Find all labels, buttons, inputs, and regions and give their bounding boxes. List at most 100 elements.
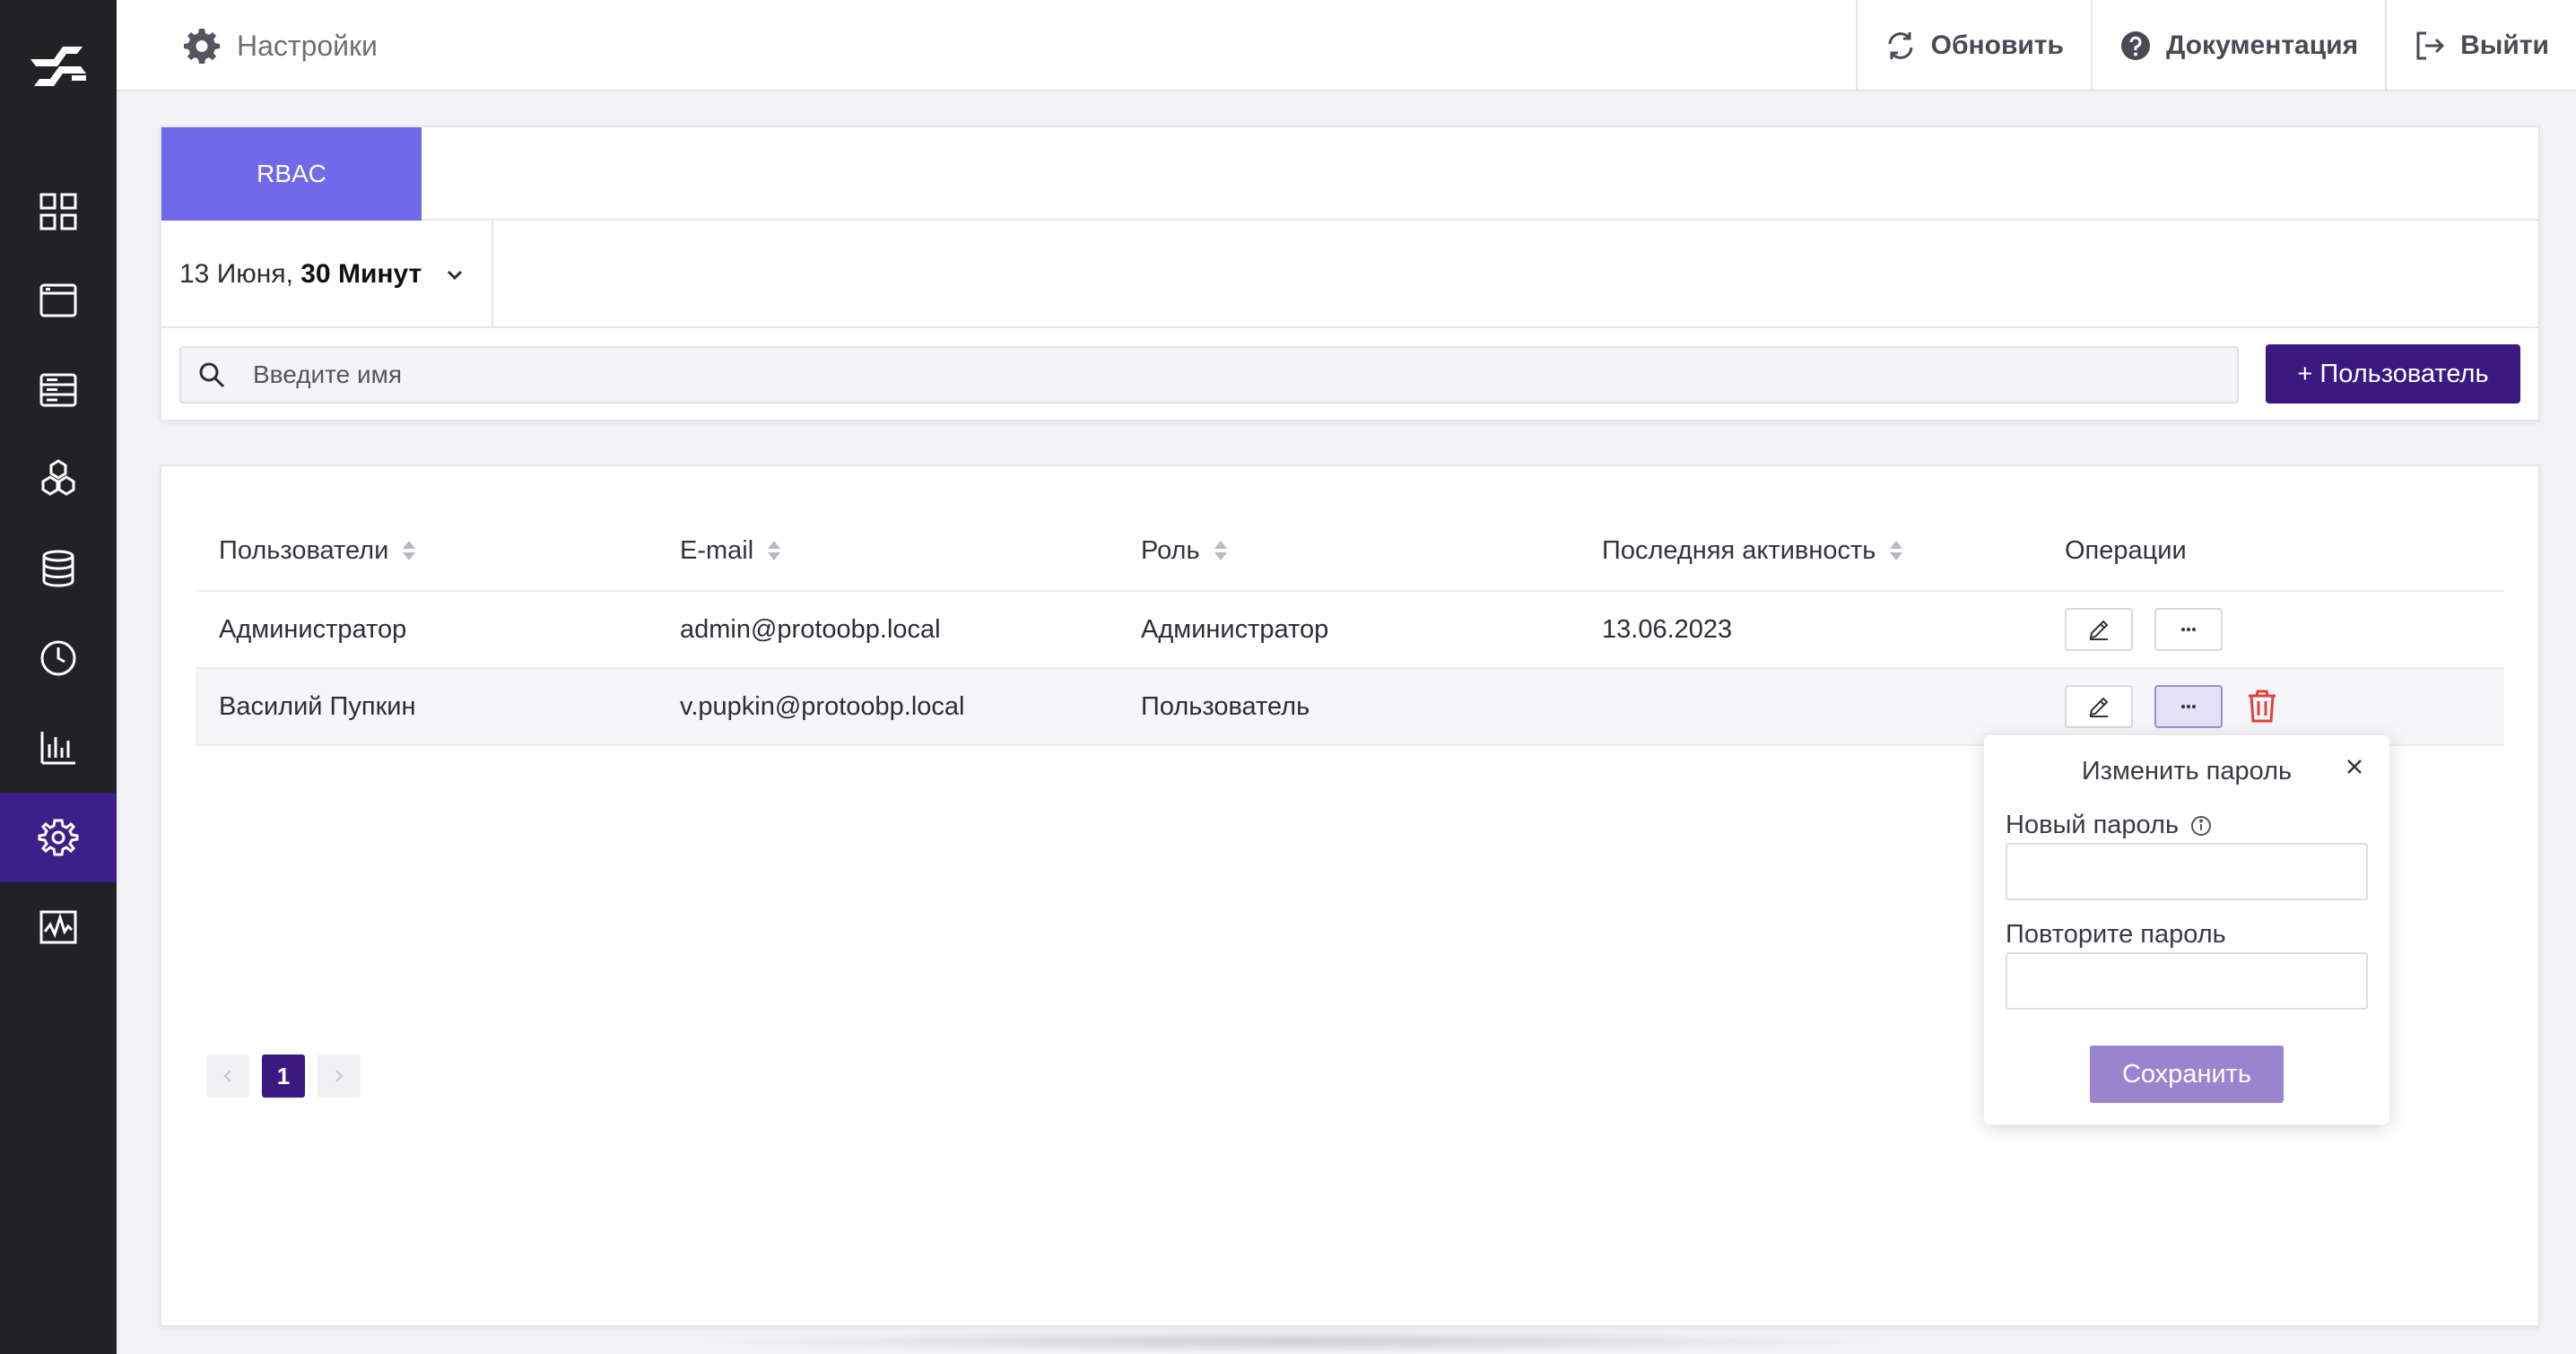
chevron-right-icon xyxy=(335,1070,344,1082)
trash-icon xyxy=(2249,690,2276,723)
column-header-label: Последняя активность xyxy=(1602,535,1876,565)
more-button[interactable] xyxy=(2154,608,2223,651)
logout-label: Выйти xyxy=(2460,30,2549,60)
server-icon xyxy=(39,373,77,407)
nav-hexagons[interactable] xyxy=(0,434,117,524)
nav-bar-chart[interactable] xyxy=(0,702,117,792)
table-row: Администратор admin@protoobp.local Админ… xyxy=(196,592,2504,669)
close-icon[interactable] xyxy=(2341,753,2368,780)
page-title-text: Настройки xyxy=(237,29,378,62)
cell-user: Администратор xyxy=(219,614,407,644)
column-header-label: Роль xyxy=(1141,535,1200,565)
header: Настройки Обновить Документация Выйти xyxy=(117,0,2576,91)
edit-button[interactable] xyxy=(2065,608,2133,651)
sort-icon xyxy=(768,541,781,560)
cell-email: admin@protoobp.local xyxy=(680,614,941,644)
hexagons-icon xyxy=(41,459,75,496)
row-operations xyxy=(2065,685,2280,728)
sort-icon xyxy=(1890,541,1903,560)
chevron-down-icon xyxy=(448,270,463,281)
edit-button[interactable] xyxy=(2065,685,2133,728)
cell-last-activity: 13.06.2023 xyxy=(1602,614,1733,644)
cell-user: Василий Пупкин xyxy=(219,691,416,721)
pagination: 1 xyxy=(206,1055,361,1098)
sidebar xyxy=(0,0,117,1354)
window-icon xyxy=(39,283,77,317)
column-header-last-activity[interactable]: Последняя активность xyxy=(1602,536,1904,566)
logout-icon xyxy=(2416,31,2445,60)
pencil-icon xyxy=(2089,620,2109,640)
page-title: Настройки xyxy=(183,0,378,91)
repeat-password-input[interactable] xyxy=(2006,952,2368,1010)
popover-title: Изменить пароль xyxy=(2081,757,2293,785)
delete-button[interactable] xyxy=(2244,685,2280,728)
nav-dashboard[interactable] xyxy=(0,167,117,256)
gear-icon xyxy=(38,819,79,856)
database-icon xyxy=(42,550,74,587)
prev-page-button[interactable] xyxy=(206,1055,249,1098)
new-password-input[interactable] xyxy=(2006,843,2368,900)
info-icon[interactable] xyxy=(2189,814,2213,838)
chevron-left-icon xyxy=(223,1070,231,1082)
pencil-icon xyxy=(2089,697,2109,717)
ellipsis-icon xyxy=(2181,705,2196,708)
gear-icon xyxy=(184,29,220,64)
time-range-text: 13 Июня, 30 Минут xyxy=(179,259,422,290)
documentation-label: Документация xyxy=(2165,30,2359,60)
sort-icon xyxy=(1214,541,1227,560)
column-header-label: Пользователи xyxy=(219,535,389,565)
next-page-button[interactable] xyxy=(318,1055,361,1098)
dashboard-icon xyxy=(39,193,77,230)
tab-bar: RBAC xyxy=(161,127,2538,221)
new-password-label-text: Новый пароль xyxy=(2006,811,2180,839)
tab-rbac[interactable]: RBAC xyxy=(161,127,422,221)
column-header-role[interactable]: Роль xyxy=(1141,536,1229,566)
time-range-picker[interactable]: 13 Июня, 30 Минут xyxy=(179,221,494,328)
search-row: + Пользователь xyxy=(161,328,2538,423)
time-range-duration: 30 Минут xyxy=(300,259,422,289)
header-actions: Обновить Документация Выйти xyxy=(1855,0,2576,91)
documentation-button[interactable]: Документация xyxy=(2090,0,2385,91)
nav-server[interactable] xyxy=(0,345,117,435)
refresh-button[interactable]: Обновить xyxy=(1855,0,2091,91)
help-icon xyxy=(2120,31,2150,60)
column-header-operations: Операции xyxy=(2065,536,2187,566)
filters-card: RBAC 13 Июня, 30 Минут + Пользователь xyxy=(160,126,2540,421)
column-header-label: E-mail xyxy=(680,535,754,565)
add-user-button[interactable]: + Пользователь xyxy=(2266,344,2520,404)
ellipsis-icon xyxy=(2181,628,2196,631)
nav-database[interactable] xyxy=(0,524,117,613)
refresh-icon xyxy=(1888,32,1913,59)
change-password-popover: Изменить пароль Новый пароль Повторите п… xyxy=(1984,735,2389,1124)
search-box[interactable] xyxy=(179,346,2239,404)
bar-chart-icon xyxy=(40,732,75,765)
nav-clock[interactable] xyxy=(0,613,117,703)
logo[interactable] xyxy=(27,39,90,93)
logout-button[interactable]: Выйти xyxy=(2385,0,2576,91)
bottom-shadow xyxy=(682,1329,1902,1354)
nav-activity[interactable] xyxy=(0,882,117,972)
sort-icon xyxy=(403,541,416,560)
search-input[interactable] xyxy=(253,360,2237,389)
column-header-users[interactable]: Пользователи xyxy=(219,536,417,566)
refresh-label: Обновить xyxy=(1930,30,2064,60)
table-header: Пользователи E-mail Роль Последняя актив… xyxy=(196,511,2504,592)
filter-row: 13 Июня, 30 Минут xyxy=(161,221,2538,328)
activity-icon xyxy=(39,910,77,944)
time-range-date: 13 Июня, xyxy=(179,259,301,289)
page-number[interactable]: 1 xyxy=(262,1055,305,1098)
row-operations xyxy=(2065,608,2223,651)
clock-icon xyxy=(40,640,76,676)
more-button[interactable] xyxy=(2154,685,2223,728)
cell-role: Администратор xyxy=(1141,614,1329,644)
cell-email: v.pupkin@protoobp.local xyxy=(680,691,965,721)
nav-settings[interactable] xyxy=(0,793,117,882)
nav-window[interactable] xyxy=(0,256,117,345)
cell-role: Пользователь xyxy=(1141,691,1310,721)
search-icon xyxy=(199,362,225,388)
column-header-email[interactable]: E-mail xyxy=(680,536,782,566)
save-button[interactable]: Сохранить xyxy=(2090,1046,2284,1103)
new-password-label: Новый пароль xyxy=(2006,811,2213,840)
column-header-label: Операции xyxy=(2065,535,2187,565)
repeat-password-label: Повторите пароль xyxy=(2006,920,2226,949)
